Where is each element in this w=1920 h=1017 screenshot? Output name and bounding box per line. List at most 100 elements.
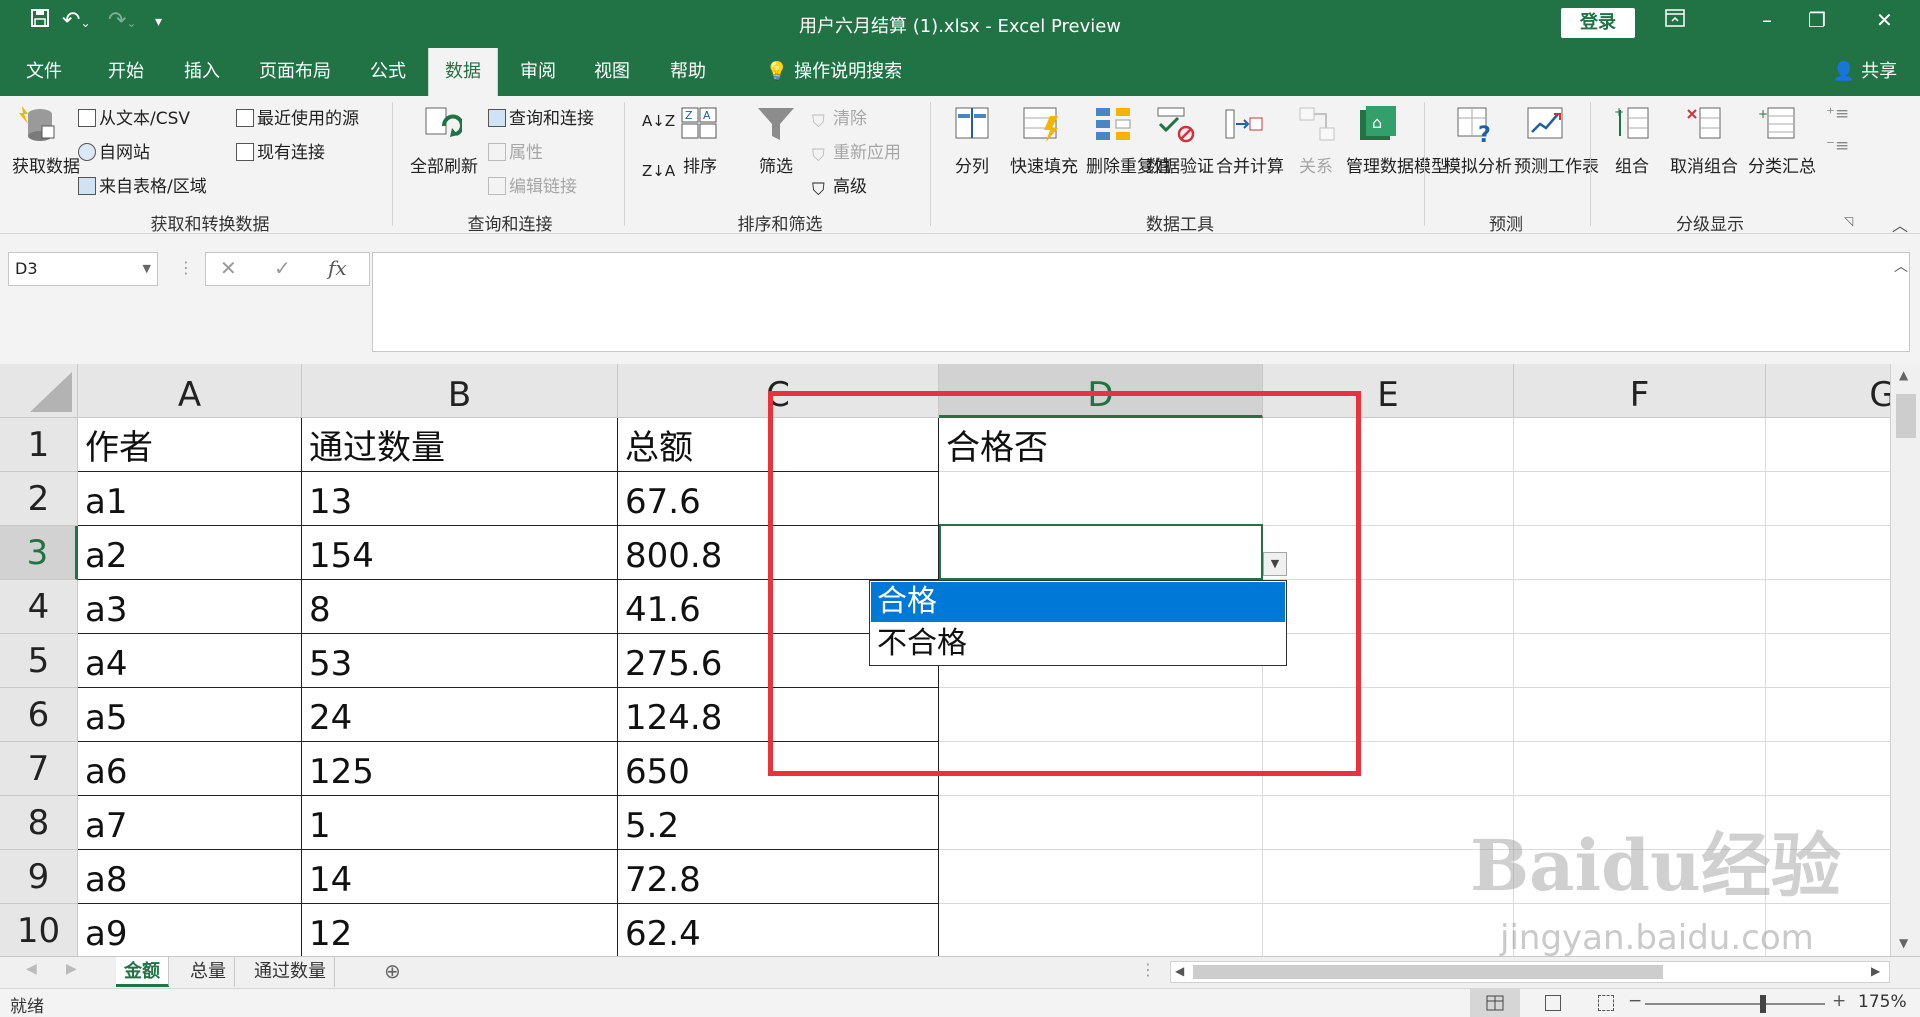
tab-help[interactable]: 帮助 (654, 48, 722, 96)
vertical-scrollbar[interactable]: ▲ ▼ (1890, 364, 1920, 956)
what-if-button[interactable]: 模拟分析 (1436, 156, 1520, 178)
tab-review[interactable]: 审阅 (504, 48, 572, 96)
chevron-down-icon[interactable]: ▼ (143, 253, 151, 285)
insert-function-icon[interactable]: fx (328, 256, 347, 280)
add-sheet-icon[interactable]: ⊕ (384, 959, 401, 983)
page-layout-view-icon[interactable] (1545, 995, 1561, 1011)
cell-d8[interactable] (939, 796, 1263, 850)
sort-button[interactable]: 排序 (672, 156, 728, 178)
scroll-down-icon[interactable]: ▼ (1899, 936, 1908, 950)
column-header-f[interactable]: F (1514, 364, 1766, 418)
collapse-ribbon-icon[interactable]: ︿ (1892, 212, 1908, 236)
tab-formulas[interactable]: 公式 (354, 48, 422, 96)
row-header[interactable]: 9 (0, 850, 78, 904)
name-box[interactable]: D3 ▼ (8, 252, 158, 286)
tab-page-layout[interactable]: 页面布局 (248, 48, 342, 96)
queries-connections-button[interactable]: 查询和连接 (488, 104, 594, 129)
flash-fill-button[interactable]: 快速填充 (1004, 156, 1084, 178)
cell-f4[interactable] (1514, 580, 1766, 634)
cell-b7[interactable]: 125 (302, 742, 618, 796)
login-button[interactable]: 登录 (1561, 8, 1635, 38)
row-header[interactable]: 7 (0, 742, 78, 796)
tab-home[interactable]: 开始 (92, 48, 160, 96)
cell-g7[interactable] (1766, 742, 1890, 796)
scroll-thumb[interactable] (1896, 394, 1916, 438)
cell-c8[interactable]: 5.2 (618, 796, 939, 850)
close-icon[interactable]: ✕ (1876, 8, 1893, 32)
sheet-tab-amount[interactable]: 金额 (116, 957, 169, 987)
row-header[interactable]: 6 (0, 688, 78, 742)
group-button[interactable]: 组合 (1604, 156, 1660, 178)
cell-g4[interactable] (1766, 580, 1890, 634)
cell-g2[interactable] (1766, 472, 1890, 526)
cell-a4[interactable]: a3 (78, 580, 302, 634)
column-header-b[interactable]: B (302, 364, 618, 418)
cell-f3[interactable] (1514, 526, 1766, 580)
next-sheet-icon[interactable]: ▶ (66, 961, 77, 977)
properties-button[interactable]: 属性 (488, 138, 543, 163)
cell-d10[interactable] (939, 904, 1263, 956)
manage-data-model-button[interactable]: 管理数据模型 (1346, 156, 1448, 178)
from-text-button[interactable]: 从文本/CSV (78, 104, 190, 129)
prev-sheet-icon[interactable]: ◀ (26, 961, 37, 977)
sort-asc-icon[interactable]: A↓Z (642, 112, 675, 130)
dialog-launcher-icon[interactable]: ◹ (1844, 214, 1853, 228)
cell-f5[interactable] (1514, 634, 1766, 688)
column-header-g[interactable]: G (1766, 364, 1890, 418)
zoom-slider-knob[interactable] (1760, 995, 1766, 1013)
cell-a2[interactable]: a1 (78, 472, 302, 526)
row-header[interactable]: 2 (0, 472, 78, 526)
cell-f7[interactable] (1514, 742, 1766, 796)
cell-b4[interactable]: 8 (302, 580, 618, 634)
clear-filter-button[interactable]: ⛉ 清除 (812, 104, 867, 132)
scroll-thumb[interactable] (1193, 965, 1663, 979)
filter-button[interactable]: 筛选 (748, 156, 804, 178)
advanced-filter-button[interactable]: ⛉ 高级 (812, 172, 867, 200)
sheet-tab-passed[interactable]: 通过数量 (246, 957, 335, 987)
cell-e10[interactable] (1263, 904, 1514, 956)
forecast-sheet-button[interactable]: 预测工作表 (1514, 156, 1599, 178)
cell-b8[interactable]: 1 (302, 796, 618, 850)
row-header[interactable]: 4 (0, 580, 78, 634)
cell-b6[interactable]: 24 (302, 688, 618, 742)
cell-c10[interactable]: 62.4 (618, 904, 939, 956)
row-header[interactable]: 3 (0, 526, 78, 580)
share-button[interactable]: 👤 共享 (1818, 48, 1912, 96)
tell-me-search[interactable]: 💡 操作说明搜索 (744, 48, 924, 96)
tab-insert[interactable]: 插入 (168, 48, 236, 96)
data-validation-button[interactable]: 数据验证 (1146, 156, 1214, 178)
remove-duplicates-button[interactable]: 删除重复值 (1086, 156, 1171, 178)
restore-icon[interactable]: ❐ (1808, 8, 1826, 32)
cell-g1[interactable] (1766, 418, 1890, 472)
tab-view[interactable]: 视图 (578, 48, 646, 96)
text-to-columns-button[interactable]: 分列 (944, 156, 1000, 178)
tab-data[interactable]: 数据 (428, 48, 498, 96)
row-header[interactable]: 1 (0, 418, 78, 472)
cell-a3[interactable]: a2 (78, 526, 302, 580)
zoom-in-icon[interactable]: + (1832, 991, 1846, 1011)
horizontal-scrollbar[interactable]: ◀ ▶ (1170, 961, 1890, 983)
cell-b1[interactable]: 通过数量 (302, 418, 618, 472)
edit-links-button[interactable]: 编辑链接 (488, 172, 577, 197)
enter-icon[interactable]: ✓ (274, 256, 291, 280)
zoom-out-icon[interactable]: − (1628, 991, 1642, 1011)
cell-b10[interactable]: 12 (302, 904, 618, 956)
collapse-formula-bar-icon[interactable]: ︿ (1894, 256, 1908, 276)
formula-input[interactable] (372, 252, 1910, 352)
existing-connections-button[interactable]: 现有连接 (236, 138, 325, 163)
cell-b5[interactable]: 53 (302, 634, 618, 688)
cell-a10[interactable]: a9 (78, 904, 302, 956)
cell-a8[interactable]: a7 (78, 796, 302, 850)
row-header[interactable]: 10 (0, 904, 78, 956)
show-detail-icon[interactable]: ⁺≡ (1826, 104, 1849, 124)
cell-c9[interactable]: 72.8 (618, 850, 939, 904)
relationships-button[interactable]: 关系 (1294, 156, 1338, 178)
cell-b2[interactable]: 13 (302, 472, 618, 526)
scroll-right-icon[interactable]: ▶ (1871, 964, 1880, 978)
get-data-button[interactable]: 获取数据 (12, 156, 80, 178)
sheet-tab-total[interactable]: 总量 (182, 957, 235, 987)
consolidate-button[interactable]: 合并计算 (1210, 156, 1290, 178)
cell-b3[interactable]: 154 (302, 526, 618, 580)
sort-desc-icon[interactable]: Z↓A (642, 162, 675, 180)
recent-sources-button[interactable]: 最近使用的源 (236, 104, 359, 129)
